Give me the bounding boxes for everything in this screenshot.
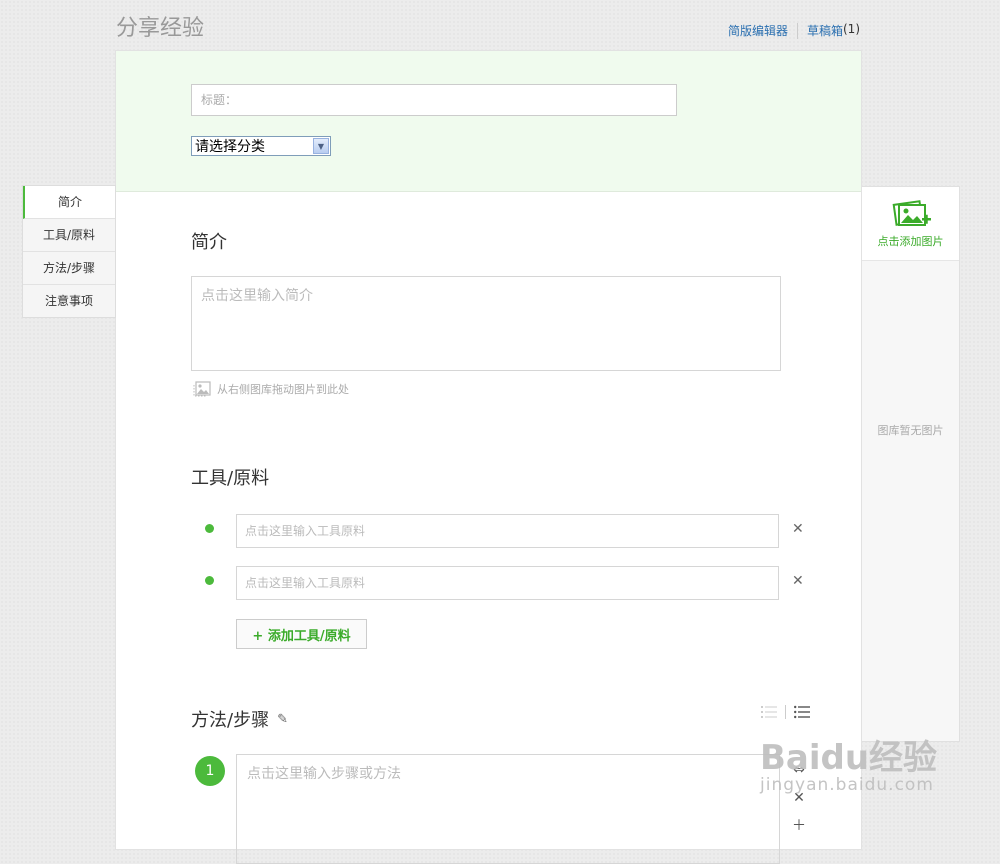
add-image-label: 点击添加图片 (877, 234, 944, 248)
add-image-icon (892, 199, 931, 226)
drafts-link[interactable]: 草稿箱 (1) (807, 22, 860, 39)
bullet-list-icon[interactable] (794, 705, 810, 719)
title-area: 请选择分类 ▼ (116, 51, 861, 192)
plus-icon[interactable]: ＋ (792, 819, 806, 833)
numbered-list-icon[interactable] (761, 705, 777, 719)
tool-placeholder: 点击这里输入工具原料 (245, 576, 366, 590)
close-icon[interactable]: ✕ (792, 573, 804, 589)
nav-item-steps[interactable]: 方法/步骤 (23, 252, 115, 285)
pencil-icon[interactable]: ✎ (277, 712, 288, 727)
step-input[interactable]: 点击这里输入步骤或方法 (236, 754, 780, 864)
category-select[interactable]: 请选择分类 ▼ (191, 136, 331, 156)
nav-item-tools[interactable]: 工具/原料 (23, 219, 115, 252)
drag-hint: 从右侧图库拖动图片到此处 (191, 381, 349, 397)
tool-row: 点击这里输入工具原料 ✕ (191, 566, 811, 600)
steps-heading-wrap: 方法/步骤 ✎ (191, 706, 288, 732)
link-separator (796, 22, 798, 39)
intro-heading: 简介 (191, 232, 227, 253)
image-library-panel: 点击添加图片 图库暂无图片 (862, 186, 960, 742)
watermark-url: jingyan.baidu.com (760, 775, 934, 795)
intro-input[interactable]: 点击这里输入简介 (191, 276, 781, 371)
top-links: 简版编辑器 草稿箱 (1) (728, 22, 860, 39)
tool-row: 点击这里输入工具原料 ✕ (191, 514, 811, 548)
chevron-down-icon[interactable]: ▼ (313, 138, 329, 154)
add-tool-button[interactable]: + 添加工具/原料 (236, 619, 367, 649)
tool-placeholder: 点击这里输入工具原料 (245, 524, 366, 538)
drag-hint-text: 从右侧图库拖动图片到此处 (217, 383, 349, 396)
bullet-dot-icon (205, 576, 214, 585)
editor-main: 请选择分类 ▼ 简介 点击这里输入简介 从右侧图库拖动图片到此处 工具/原料 点… (115, 50, 862, 864)
close-icon[interactable]: ✕ (792, 521, 804, 537)
nav-item-intro[interactable]: 简介 (23, 186, 115, 219)
step-placeholder: 点击这里输入步骤或方法 (247, 766, 401, 782)
library-empty-text: 图库暂无图片 (877, 424, 944, 437)
tool-input[interactable]: 点击这里输入工具原料 (236, 514, 779, 548)
step-number-badge: 1 (195, 756, 225, 786)
bullet-dot-icon (205, 524, 214, 533)
drafts-label: 草稿箱 (806, 24, 843, 38)
watermark: Baidu经验 jingyan.baidu.com (760, 730, 937, 795)
watermark-logo: Baidu经验 (760, 738, 938, 778)
list-style-toggle (761, 705, 810, 719)
simple-editor-link[interactable]: 简版编辑器 (728, 22, 788, 39)
image-icon (193, 381, 211, 397)
nav-item-notes[interactable]: 注意事项 (23, 285, 115, 317)
drafts-count: (1) (843, 22, 860, 36)
tool-input[interactable]: 点击这里输入工具原料 (236, 566, 779, 600)
category-selected-value: 请选择分类 (195, 139, 265, 155)
list-icons-separator (785, 705, 786, 719)
add-image-button[interactable]: 点击添加图片 (862, 187, 959, 261)
section-nav: 简介 工具/原料 方法/步骤 注意事项 (22, 185, 116, 318)
tools-heading: 工具/原料 (191, 468, 270, 489)
intro-placeholder: 点击这里输入简介 (201, 288, 313, 304)
steps-heading: 方法/步骤 (191, 710, 270, 731)
page-title: 分享经验 (116, 16, 205, 41)
title-input[interactable] (191, 84, 677, 116)
